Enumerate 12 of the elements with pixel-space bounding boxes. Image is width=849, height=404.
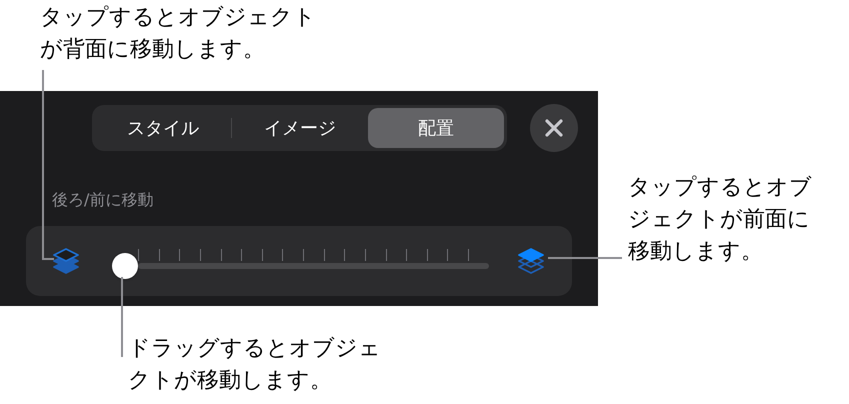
callout-text: ドラッグするとオブジェ クトが移動します。 xyxy=(128,335,381,395)
tab[interactable]: スタイル xyxy=(95,108,231,148)
slider-label: 後ろ/前に移動 xyxy=(52,190,154,210)
send-backward-icon[interactable] xyxy=(52,247,80,275)
tab[interactable]: 配置 xyxy=(368,108,504,148)
tab[interactable]: イメージ xyxy=(232,108,368,148)
slider-thumb[interactable] xyxy=(112,253,138,279)
bring-forward-icon[interactable] xyxy=(517,247,545,275)
callout-text: タップするとオブジェクト が背面に移動します。 xyxy=(40,4,316,64)
callout-text: タップするとオブ ジェクトが前面に 移動します。 xyxy=(628,174,812,266)
close-button[interactable] xyxy=(530,104,578,152)
close-icon xyxy=(544,118,564,138)
